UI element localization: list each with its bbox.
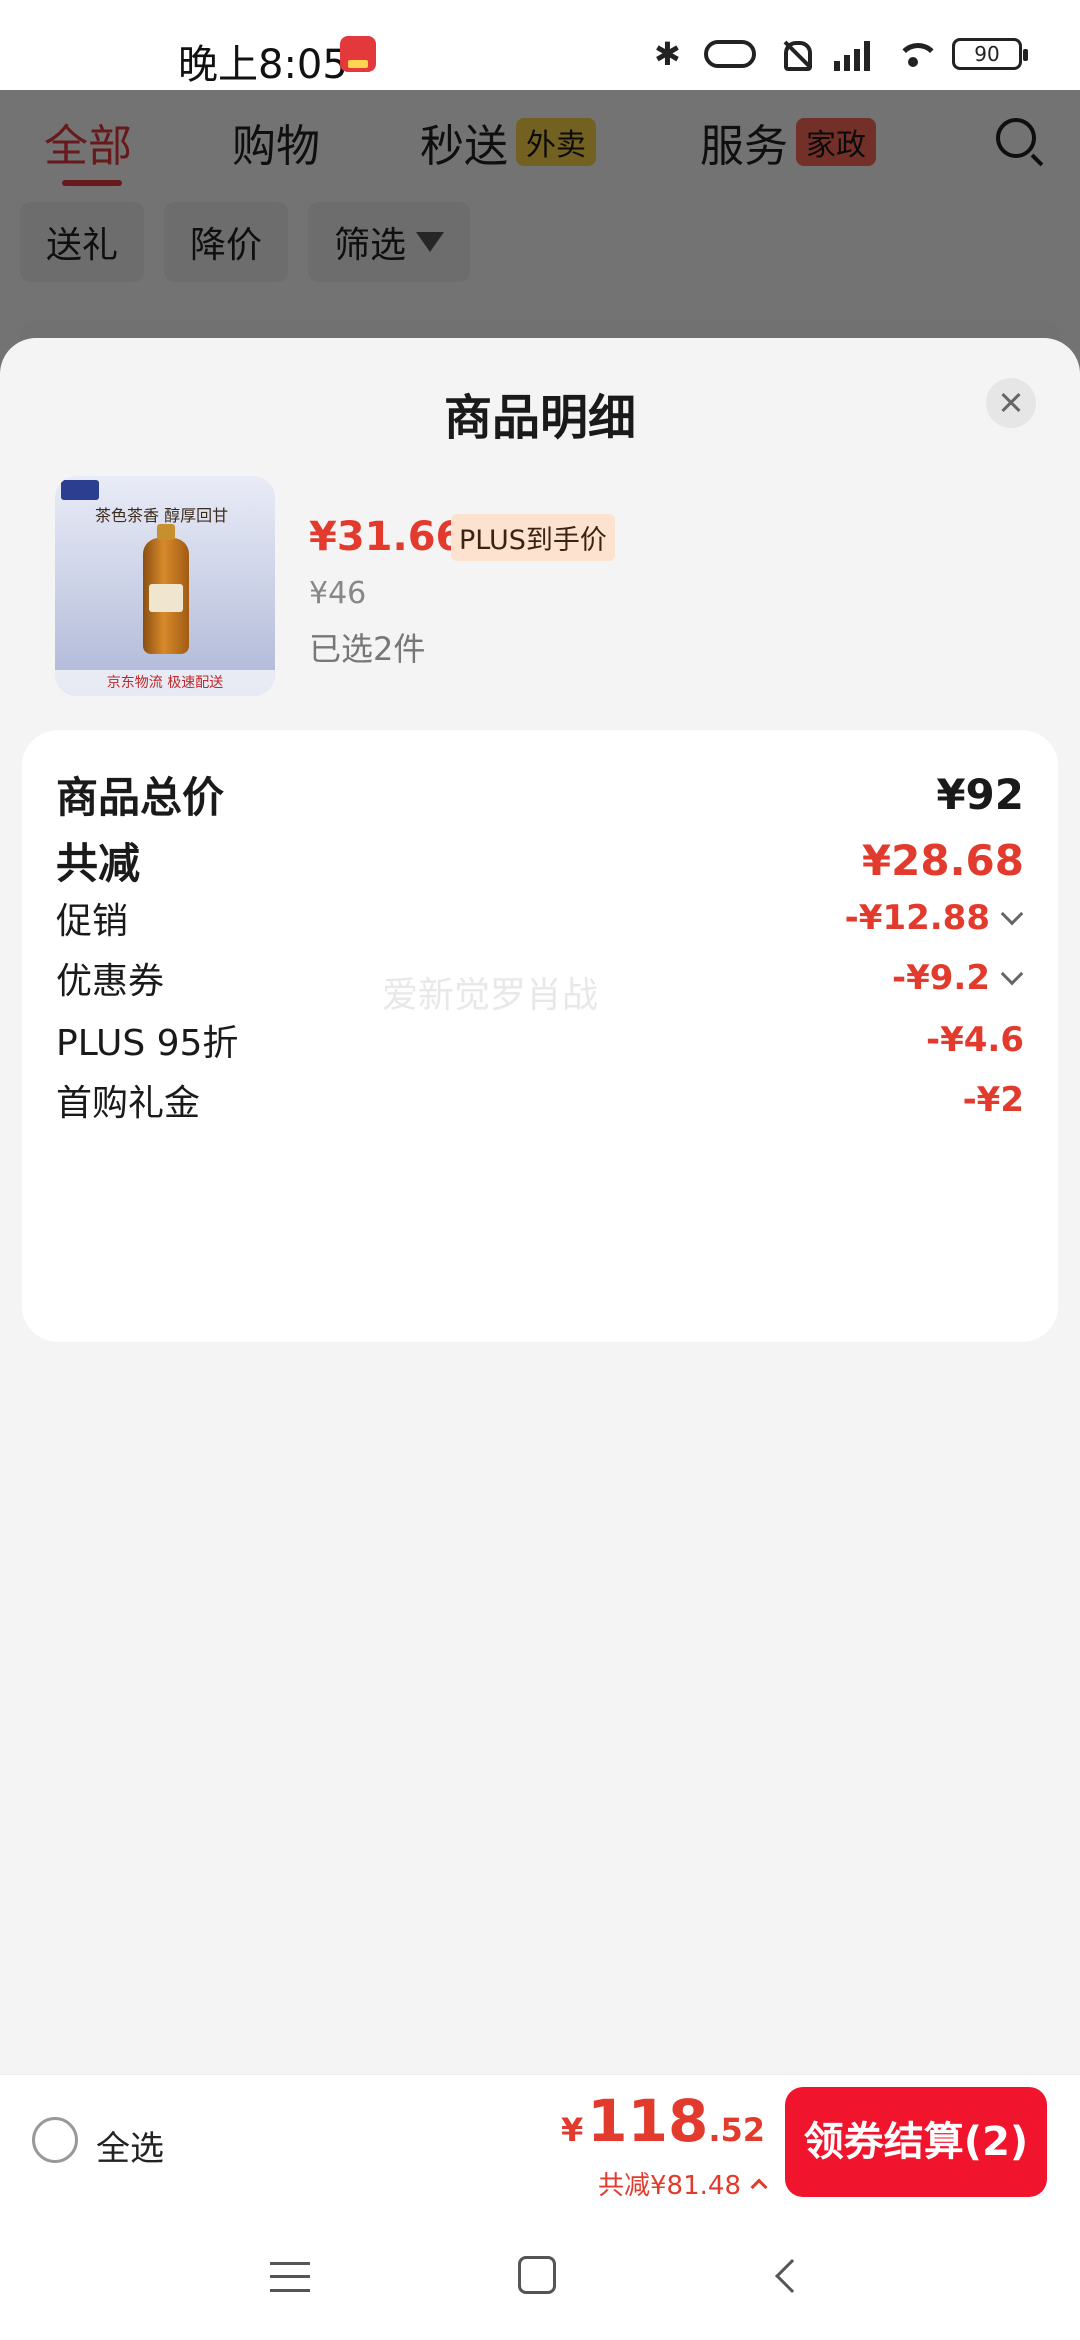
watermark: 爱新觉罗肖战	[382, 975, 599, 1016]
summary-value: ¥28.68	[861, 836, 1024, 885]
summary-value: -¥9.2	[892, 958, 990, 998]
select-all-label[interactable]: 全选	[96, 2121, 164, 2170]
summary-row-total: 商品总价 ¥92	[56, 764, 1024, 825]
product-image-footer: 京东物流 极速配送	[55, 670, 275, 696]
total-reduced-toggle[interactable]: 共减¥81.48	[598, 2165, 768, 2202]
price-summary-card: 商品总价 ¥92 共减 ¥28.68 促销 -¥12.88 优惠券 -¥9.2 …	[22, 730, 1058, 1342]
summary-label: 首购礼金	[56, 1083, 201, 1124]
summary-label: 促销	[56, 901, 129, 942]
summary-value: -¥2	[962, 1080, 1024, 1120]
summary-value: ¥92	[936, 770, 1024, 819]
status-icons: 90	[648, 34, 1028, 74]
summary-label: 共减	[56, 839, 141, 888]
menu-icon[interactable]	[270, 2262, 310, 2292]
product-item: 茶色茶香 醇厚回甘 京东物流 极速配送 ¥31.66 PLUS到手价 ¥46 已…	[55, 476, 1025, 696]
checkout-bar: 全选 ¥ 118 .52 共减¥81.48 领券结算(2)	[0, 2074, 1080, 2210]
product-image[interactable]: 茶色茶香 醇厚回甘 京东物流 极速配送	[55, 476, 275, 696]
app-notification-icon	[340, 36, 376, 72]
status-bar: 晚上8:05 90	[0, 0, 1080, 90]
product-image-headline: 茶色茶香 醇厚回甘	[95, 506, 229, 525]
summary-row-reduced: 共减 ¥28.68	[56, 830, 1024, 891]
total-reduced-label: 共减¥81.48	[598, 2171, 741, 2201]
summary-value: -¥4.6	[926, 1020, 1024, 1060]
summary-value: -¥12.88	[844, 898, 990, 938]
product-original-price: ¥46	[309, 576, 367, 611]
total-integer: 118	[587, 2087, 709, 2155]
select-all-radio[interactable]	[32, 2117, 78, 2163]
hd-signal-icon	[834, 37, 874, 71]
plus-price-tag: PLUS到手价	[451, 514, 615, 561]
chevron-down-icon	[1000, 962, 1024, 986]
chevron-down-icon	[1000, 902, 1024, 926]
bluetooth-icon	[648, 35, 682, 73]
summary-label: 商品总价	[56, 773, 225, 822]
tea-bottle-icon	[143, 524, 189, 654]
summary-value-wrap: -¥9.2	[892, 958, 1024, 998]
summary-value-wrap: -¥12.88	[845, 898, 1024, 938]
product-price: ¥31.66	[309, 514, 464, 560]
close-icon[interactable]	[986, 378, 1036, 428]
summary-label: 优惠券	[56, 961, 165, 1002]
checkout-button[interactable]: 领券结算(2)	[785, 2087, 1047, 2197]
summary-row-promotion[interactable]: 促销 -¥12.88	[56, 892, 1024, 944]
back-icon[interactable]	[775, 2259, 809, 2293]
product-detail-sheet: 商品明细 茶色茶香 醇厚回甘 京东物流 极速配送 ¥31.66 PLUS到手价 …	[0, 338, 1080, 2074]
system-nav-bar	[0, 2210, 1080, 2340]
summary-row-first-purchase: 首购礼金 -¥2	[56, 1074, 1024, 1126]
silent-bell-icon	[778, 37, 812, 71]
status-time: 晚上8:05	[178, 42, 348, 88]
total-currency: ¥	[560, 2111, 584, 2149]
link-icon	[704, 40, 756, 68]
total-price: ¥ 118 .52	[561, 2087, 765, 2155]
total-decimal: .52	[708, 2111, 765, 2149]
battery-icon: 90	[952, 38, 1028, 70]
summary-label: PLUS 95折	[56, 1023, 239, 1064]
wifi-icon	[896, 37, 940, 71]
summary-row-plus-discount: PLUS 95折 -¥4.6	[56, 1014, 1024, 1066]
brand-logo-icon	[61, 480, 99, 500]
selected-count: 已选2件	[309, 630, 426, 668]
chevron-up-icon	[750, 2178, 768, 2195]
sheet-title: 商品明细	[443, 390, 636, 446]
home-icon[interactable]	[518, 2256, 556, 2294]
